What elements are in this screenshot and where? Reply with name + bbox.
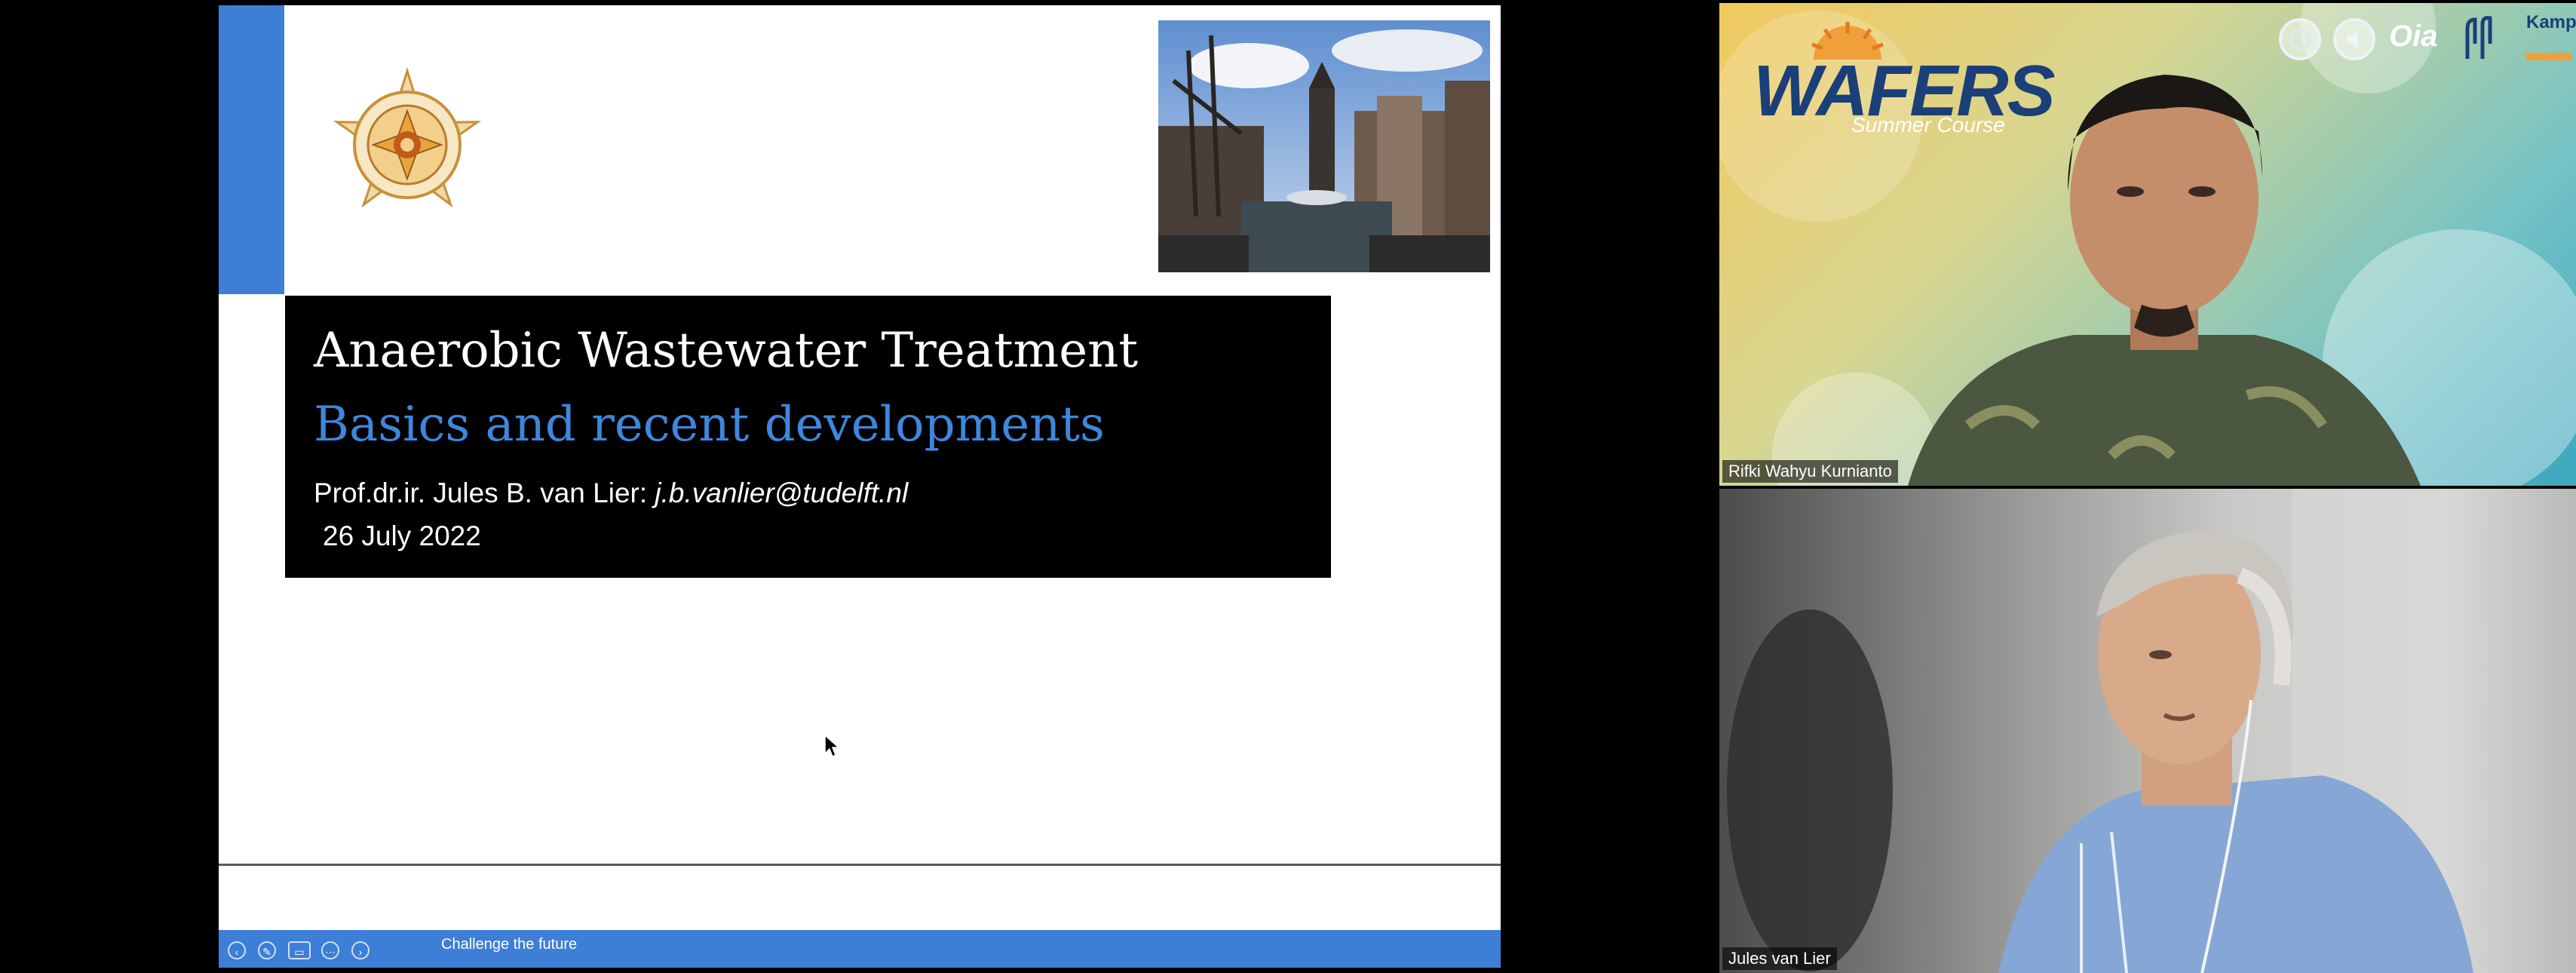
footer-tagline: Challenge the future — [441, 936, 578, 953]
kampus-merdeka-strip — [2526, 53, 2571, 60]
emblem-icon — [2279, 18, 2321, 60]
partner-badge: Oia — [2389, 20, 2438, 53]
audio-icon — [2333, 18, 2375, 60]
participant-name-label: Rifki Wahyu Kurnianto — [1722, 460, 1898, 483]
participant-name-label: Jules van Lier — [1722, 947, 1837, 970]
participant-tile[interactable]: Jules van Lier — [1719, 489, 2576, 973]
previous-icon[interactable]: ‹ — [228, 941, 246, 959]
wafers-tagline: Summer Course — [1851, 113, 2005, 137]
mouse-cursor-icon — [824, 734, 840, 758]
footer-divider — [219, 864, 1501, 866]
author-email: j.b.vanlier@tudelft.nl — [655, 477, 909, 508]
subtitles-icon[interactable]: ▭ — [288, 941, 311, 959]
slide-accent-band — [219, 5, 284, 294]
hands-icon — [2465, 16, 2492, 59]
partner-logos: Oia Kampus Merdeka — [2277, 12, 2576, 65]
next-icon[interactable]: › — [351, 941, 370, 959]
university-emblem-icon — [333, 66, 482, 208]
kampus-merdeka-logo: Kampus Merdeka — [2526, 12, 2576, 32]
title-box: Anaerobic Wastewater Treatment Basics an… — [285, 296, 1331, 578]
delft-canal-photo — [1158, 20, 1490, 272]
slide-date: 26 July 2022 — [323, 520, 481, 551]
author-name: Prof.dr.ir. Jules B. van Lier: — [314, 477, 648, 508]
pen-icon[interactable]: ✎ — [258, 941, 276, 959]
author-line: Prof.dr.ir. Jules B. van Lier: j.b.vanli… — [314, 477, 908, 509]
slide-subtitle: Basics and recent developments — [314, 397, 1105, 453]
shared-slide: Anaerobic Wastewater Treatment Basics an… — [219, 5, 1501, 968]
participant-video — [1727, 489, 2576, 973]
more-icon[interactable]: ⋯ — [321, 941, 339, 959]
slide-title: Anaerobic Wastewater Treatment — [314, 323, 1139, 379]
participant-tile[interactable]: WAFERS Summer Course Oia Kampus Merdeka … — [1719, 3, 2576, 486]
slide-footer-bar: ‹ ✎ ▭ ⋯ › Challenge the future — [219, 930, 1501, 968]
